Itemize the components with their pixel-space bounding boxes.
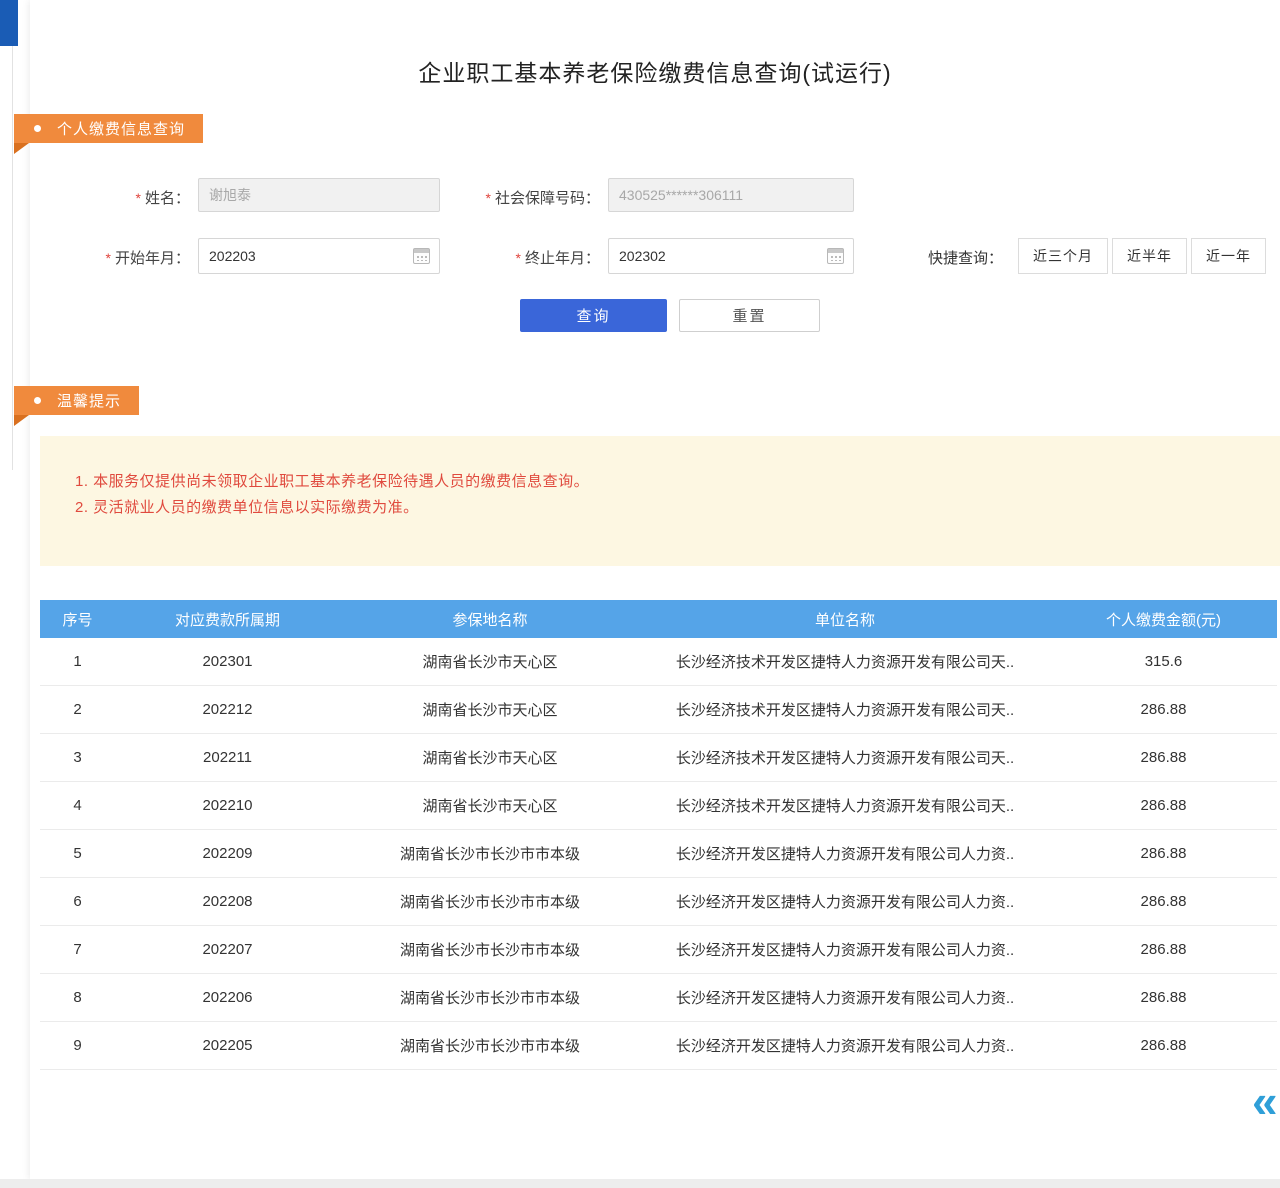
query-button[interactable]: 查询 [520,299,667,332]
bottom-strip [0,1179,1280,1188]
column-header: 单位名称 [640,609,1050,630]
table-cell: 202301 [115,653,340,670]
notice-line: 1. 本服务仅提供尚未领取企业职工基本养老保险待遇人员的缴费信息查询。 [75,469,1280,495]
table-cell: 286.88 [1050,749,1277,766]
calendar-icon[interactable] [413,248,430,264]
section-badge-personal-query: 个人缴费信息查询 [14,114,203,143]
column-header: 对应费款所属期 [115,609,340,630]
table-cell: 湖南省长沙市长沙市市本级 [340,987,640,1008]
ribbon-fold [14,415,29,426]
table-row: 2202212湖南省长沙市天心区长沙经济技术开发区捷特人力资源开发有限公司天..… [40,686,1277,734]
table-cell: 202210 [115,797,340,814]
table-cell: 286.88 [1050,893,1277,910]
table-cell: 湖南省长沙市长沙市市本级 [340,1035,640,1056]
end-month-input[interactable] [608,238,854,274]
end-month-label: *终止年月： [490,247,600,268]
table-cell: 9 [40,1037,115,1054]
table-cell: 202209 [115,845,340,862]
table-header-row: 序号对应费款所属期参保地名称单位名称个人缴费金额(元) [40,600,1277,638]
required-marker: * [106,250,111,266]
quick-query-label: 快捷查询： [928,247,1010,268]
table-cell: 湖南省长沙市长沙市市本级 [340,891,640,912]
ribbon-fold [14,143,29,154]
table-cell: 长沙经济技术开发区捷特人力资源开发有限公司天.. [640,699,1050,720]
table-cell: 286.88 [1050,941,1277,958]
quick-option-2[interactable]: 近一年 [1191,238,1266,274]
table-cell: 长沙经济技术开发区捷特人力资源开发有限公司天.. [640,747,1050,768]
reset-button[interactable]: 重置 [679,299,820,332]
ssn-label: *社会保障号码： [445,187,600,208]
table-cell: 4 [40,797,115,814]
calendar-icon[interactable] [827,248,844,264]
table-row: 3202211湖南省长沙市天心区长沙经济技术开发区捷特人力资源开发有限公司天..… [40,734,1277,782]
table-cell: 202211 [115,749,340,766]
table-cell: 202212 [115,701,340,718]
table-row: 8202206湖南省长沙市长沙市市本级长沙经济开发区捷特人力资源开发有限公司人力… [40,974,1277,1022]
table-row: 6202208湖南省长沙市长沙市市本级长沙经济开发区捷特人力资源开发有限公司人力… [40,878,1277,926]
table-cell: 286.88 [1050,701,1277,718]
required-marker: * [516,250,521,266]
table-cell: 湖南省长沙市天心区 [340,699,640,720]
table-row: 7202207湖南省长沙市长沙市市本级长沙经济开发区捷特人力资源开发有限公司人力… [40,926,1277,974]
table-row: 4202210湖南省长沙市天心区长沙经济技术开发区捷特人力资源开发有限公司天..… [40,782,1277,830]
section-badge-label: 个人缴费信息查询 [57,118,185,139]
table-cell: 2 [40,701,115,718]
bullet-icon [34,125,41,132]
table-cell: 湖南省长沙市天心区 [340,651,640,672]
table-cell: 202207 [115,941,340,958]
table-cell: 3 [40,749,115,766]
table-cell: 长沙经济开发区捷特人力资源开发有限公司人力资.. [640,987,1050,1008]
section-badge-label: 温馨提示 [57,390,121,411]
bullet-icon [34,397,41,404]
table-row: 5202209湖南省长沙市长沙市市本级长沙经济开发区捷特人力资源开发有限公司人力… [40,830,1277,878]
quick-query-group: 近三个月近半年近一年 [1018,238,1266,274]
quick-option-1[interactable]: 近半年 [1112,238,1187,274]
table-cell: 1 [40,653,115,670]
table-cell: 湖南省长沙市长沙市市本级 [340,843,640,864]
table-cell: 7 [40,941,115,958]
column-header: 序号 [40,609,115,630]
start-month-input[interactable] [198,238,440,274]
table-cell: 202206 [115,989,340,1006]
collapse-chevron-icon[interactable]: « [1252,1078,1278,1124]
table-cell: 湖南省长沙市天心区 [340,747,640,768]
name-label: *姓名： [90,187,190,208]
table-cell: 长沙经济开发区捷特人力资源开发有限公司人力资.. [640,1035,1050,1056]
corner-nav-block [0,0,18,46]
notice-box: 1. 本服务仅提供尚未领取企业职工基本养老保险待遇人员的缴费信息查询。 2. 灵… [40,436,1280,566]
ssn-input[interactable] [608,178,854,212]
table-cell: 202205 [115,1037,340,1054]
payment-table: 序号对应费款所属期参保地名称单位名称个人缴费金额(元) 1202301湖南省长沙… [40,600,1277,1070]
table-row: 9202205湖南省长沙市长沙市市本级长沙经济开发区捷特人力资源开发有限公司人力… [40,1022,1277,1070]
required-marker: * [486,190,491,206]
table-cell: 286.88 [1050,989,1277,1006]
table-cell: 286.88 [1050,797,1277,814]
table-cell: 202208 [115,893,340,910]
table-cell: 286.88 [1050,845,1277,862]
table-cell: 6 [40,893,115,910]
table-cell: 长沙经济开发区捷特人力资源开发有限公司人力资.. [640,939,1050,960]
table-cell: 5 [40,845,115,862]
table-cell: 长沙经济开发区捷特人力资源开发有限公司人力资.. [640,891,1050,912]
section-badge-tips: 温馨提示 [14,386,139,415]
table-cell: 长沙经济开发区捷特人力资源开发有限公司人力资.. [640,843,1050,864]
column-header: 个人缴费金额(元) [1050,609,1277,630]
table-cell: 286.88 [1050,1037,1277,1054]
table-body: 1202301湖南省长沙市天心区长沙经济技术开发区捷特人力资源开发有限公司天..… [40,638,1277,1070]
column-header: 参保地名称 [340,609,640,630]
table-cell: 长沙经济技术开发区捷特人力资源开发有限公司天.. [640,795,1050,816]
table-cell: 8 [40,989,115,1006]
left-rail [0,0,13,470]
name-input[interactable] [198,178,440,212]
start-month-label: *开始年月： [80,247,190,268]
page-title: 企业职工基本养老保险缴费信息查询(试运行) [30,54,1280,88]
table-cell: 315.6 [1050,653,1277,670]
table-cell: 湖南省长沙市天心区 [340,795,640,816]
table-row: 1202301湖南省长沙市天心区长沙经济技术开发区捷特人力资源开发有限公司天..… [40,638,1277,686]
required-marker: * [136,190,141,206]
table-cell: 长沙经济技术开发区捷特人力资源开发有限公司天.. [640,651,1050,672]
table-cell: 湖南省长沙市长沙市市本级 [340,939,640,960]
quick-option-0[interactable]: 近三个月 [1018,238,1108,274]
notice-line: 2. 灵活就业人员的缴费单位信息以实际缴费为准。 [75,495,1280,521]
